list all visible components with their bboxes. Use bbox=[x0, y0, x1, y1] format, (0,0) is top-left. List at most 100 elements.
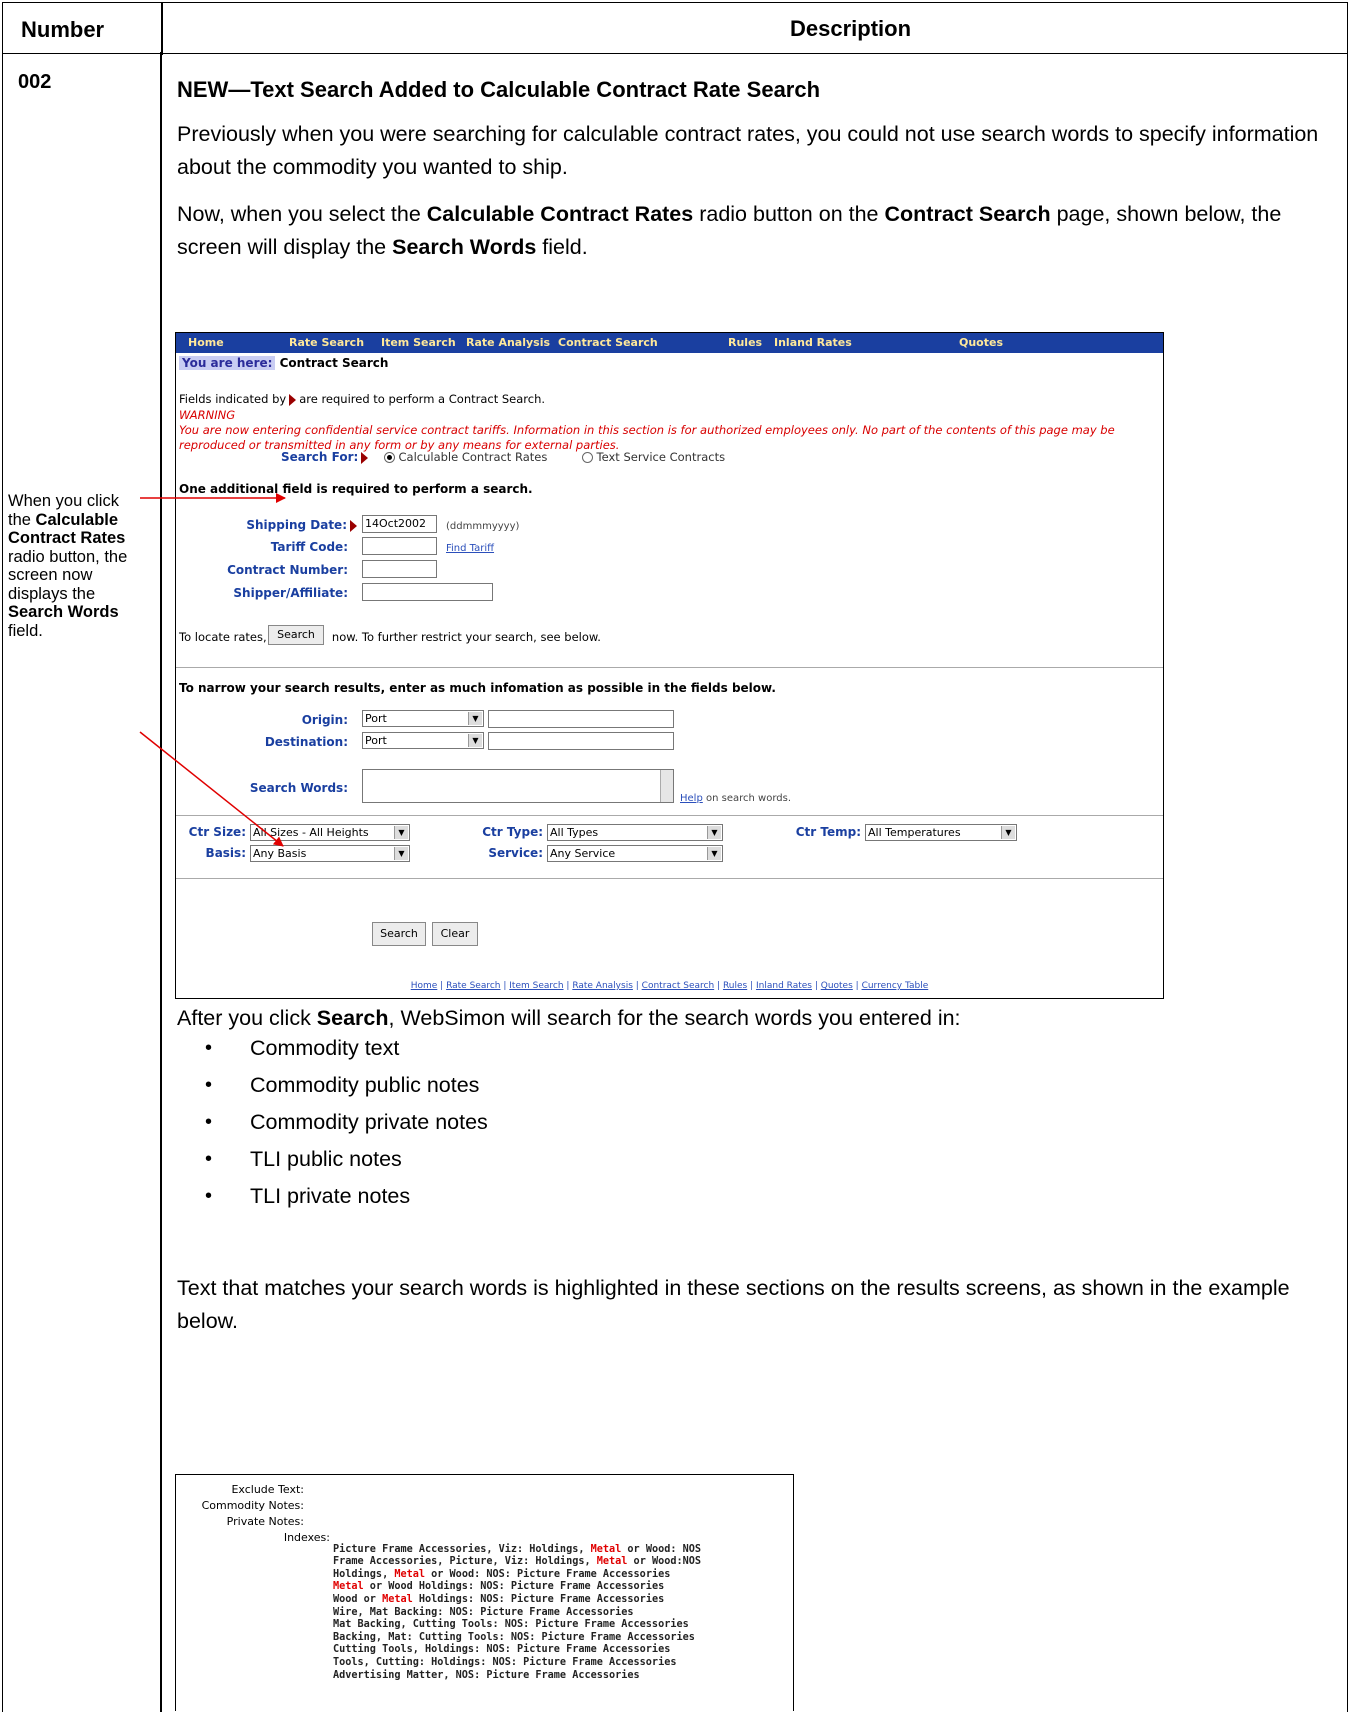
shipping-date-field[interactable]: 14Oct2002 bbox=[362, 515, 437, 533]
ctr-temp-select[interactable]: All Temperatures ▼ bbox=[865, 824, 1017, 841]
nav-quotes[interactable]: Quotes bbox=[959, 336, 1003, 349]
index-line: Tools, Cutting: Holdings: NOS: Picture F… bbox=[333, 1656, 677, 1668]
ctr-temp-label: Ctr Temp: bbox=[795, 825, 861, 839]
index-line: Wire, Mat Backing: NOS: Picture Frame Ac… bbox=[333, 1606, 634, 1618]
side-note: When you click the Calculable Contract R… bbox=[8, 492, 128, 640]
search-words-field[interactable] bbox=[362, 769, 674, 803]
search-words-label: Search Words: bbox=[249, 781, 348, 795]
paragraph-highlight: Text that matches your search words is h… bbox=[177, 1276, 1290, 1333]
footer-link-contract-search[interactable]: Contract Search bbox=[642, 981, 715, 991]
nav-item-search[interactable]: Item Search bbox=[381, 336, 456, 349]
origin-label: Origin: bbox=[301, 713, 348, 727]
search-for-row: Search For: Calculable Contract Rates Te… bbox=[281, 450, 726, 464]
footer-link-inland-rates[interactable]: Inland Rates bbox=[756, 981, 812, 991]
destination-label: Destination: bbox=[264, 735, 348, 749]
column-divider bbox=[160, 52, 162, 1712]
contract-search-screenshot: Home Rate Search Item Search Rate Analys… bbox=[175, 332, 1164, 999]
row-number: 002 bbox=[18, 71, 52, 93]
footer-link-currency-table[interactable]: Currency Table bbox=[862, 981, 929, 991]
help-text: Help on search words. bbox=[680, 793, 791, 804]
list-item: Commodity private notes bbox=[205, 1106, 488, 1143]
results-example-screenshot: Exclude Text: Commodity Notes: Private N… bbox=[175, 1474, 794, 1711]
service-label: Service: bbox=[488, 846, 543, 860]
header-divider bbox=[161, 3, 163, 55]
origin-select[interactable]: Port ▼ bbox=[362, 710, 484, 727]
index-line: Backing, Mat: Cutting Tools: NOS: Pictur… bbox=[333, 1631, 695, 1643]
list-item: Commodity text bbox=[205, 1032, 488, 1069]
tariff-code-label: Tariff Code: bbox=[270, 540, 348, 554]
ctr-type-label: Ctr Type: bbox=[482, 825, 543, 839]
locate-rates-text: To locate rates, now. To further restric… bbox=[179, 630, 601, 644]
tariff-code-field[interactable] bbox=[362, 537, 437, 555]
chevron-down-icon: ▼ bbox=[468, 712, 482, 725]
chevron-down-icon: ▼ bbox=[707, 847, 721, 860]
paragraph-now: Now, when you select the Calculable Cont… bbox=[177, 202, 1282, 259]
required-marker-icon bbox=[289, 393, 297, 406]
divider bbox=[176, 815, 1163, 816]
divider bbox=[176, 667, 1163, 668]
search-scope-list: Commodity text Commodity public notes Co… bbox=[205, 1032, 488, 1217]
basis-label: Basis: bbox=[205, 846, 246, 860]
header-number: Number bbox=[21, 17, 105, 42]
indexes-label: Indexes: bbox=[283, 1531, 330, 1544]
exclude-text-label: Exclude Text: bbox=[231, 1483, 304, 1496]
list-item: Commodity public notes bbox=[205, 1069, 488, 1106]
radio-calculable[interactable] bbox=[383, 452, 395, 463]
nav-bar: Home Rate Search Item Search Rate Analys… bbox=[176, 333, 1163, 353]
destination-select[interactable]: Port ▼ bbox=[362, 732, 484, 749]
footer-link-rate-search[interactable]: Rate Search bbox=[446, 981, 500, 991]
breadcrumb: You are here: Contract Search bbox=[179, 356, 388, 370]
nav-rate-analysis[interactable]: Rate Analysis bbox=[466, 336, 550, 349]
list-item: TLI private notes bbox=[205, 1180, 488, 1217]
additional-required-note: One additional field is required to perf… bbox=[179, 482, 533, 496]
contract-number-field[interactable] bbox=[362, 560, 437, 578]
destination-field[interactable] bbox=[488, 732, 674, 750]
index-line: Frame Accessories, Picture, Viz: Holding… bbox=[333, 1556, 702, 1568]
divider bbox=[176, 878, 1163, 879]
indexes-text: Picture Frame Accessories, Viz: Holdings… bbox=[333, 1531, 701, 1682]
footer-link-home[interactable]: Home bbox=[411, 981, 438, 991]
index-line: Holdings, Metal or Wood: NOS: Picture Fr… bbox=[333, 1568, 671, 1580]
index-line: Cutting Tools, Holdings: NOS: Picture Fr… bbox=[333, 1644, 671, 1656]
search-button[interactable]: Search bbox=[372, 922, 426, 946]
search-button-top[interactable]: Search bbox=[268, 625, 324, 645]
footer-link-rate-analysis[interactable]: Rate Analysis bbox=[572, 981, 633, 991]
chevron-down-icon: ▼ bbox=[468, 734, 482, 747]
footer-link-quotes[interactable]: Quotes bbox=[821, 981, 853, 991]
shipper-label: Shipper/Affiliate: bbox=[233, 586, 348, 600]
scrollbar[interactable] bbox=[660, 770, 673, 802]
nav-home[interactable]: Home bbox=[188, 336, 224, 349]
chevron-down-icon: ▼ bbox=[1001, 826, 1015, 839]
index-line: Picture Frame Accessories, Viz: Holdings… bbox=[333, 1543, 702, 1555]
warning-text: WARNING You are now entering confidentia… bbox=[179, 408, 1115, 452]
date-format-hint: (ddmmmyyyy) bbox=[446, 521, 520, 532]
find-tariff-link[interactable]: Find Tariff bbox=[446, 543, 494, 554]
footer-link-item-search[interactable]: Item Search bbox=[509, 981, 563, 991]
list-item: TLI public notes bbox=[205, 1143, 488, 1180]
paragraph-intro: Previously when you were searching for c… bbox=[177, 122, 1319, 179]
required-note: Fields indicated by are required to perfo… bbox=[179, 392, 546, 406]
private-notes-label: Private Notes: bbox=[226, 1515, 304, 1528]
origin-field[interactable] bbox=[488, 710, 674, 728]
help-link[interactable]: Help bbox=[680, 793, 703, 804]
required-marker-icon bbox=[361, 451, 369, 464]
required-marker-icon bbox=[350, 519, 357, 532]
service-select[interactable]: Any Service ▼ bbox=[547, 845, 723, 862]
header-description: Description bbox=[790, 16, 912, 41]
index-line: Advertising Matter, NOS: Picture Frame A… bbox=[333, 1669, 640, 1681]
nav-contract-search[interactable]: Contract Search bbox=[558, 336, 658, 349]
nav-rate-search[interactable]: Rate Search bbox=[289, 336, 364, 349]
narrow-results-note: To narrow your search results, enter as … bbox=[179, 681, 776, 695]
footer-link-rules[interactable]: Rules bbox=[723, 981, 747, 991]
shipper-field[interactable] bbox=[362, 583, 493, 601]
radio-text-service[interactable] bbox=[581, 452, 593, 463]
section-title: NEW—Text Search Added to Calculable Cont… bbox=[177, 77, 821, 102]
index-line: Mat Backing, Cutting Tools: NOS: Picture… bbox=[333, 1619, 689, 1631]
clear-button[interactable]: Clear bbox=[432, 922, 478, 946]
index-line: Metal or Wood Holdings: NOS: Picture Fra… bbox=[333, 1581, 665, 1593]
contract-number-label: Contract Number: bbox=[227, 563, 348, 577]
paragraph-after-search: After you click Search, WebSimon will se… bbox=[177, 1006, 961, 1030]
table-header-row: Number Description bbox=[2, 2, 1348, 55]
nav-rules[interactable]: Rules bbox=[728, 336, 762, 349]
nav-inland-rates[interactable]: Inland Rates bbox=[774, 336, 852, 349]
